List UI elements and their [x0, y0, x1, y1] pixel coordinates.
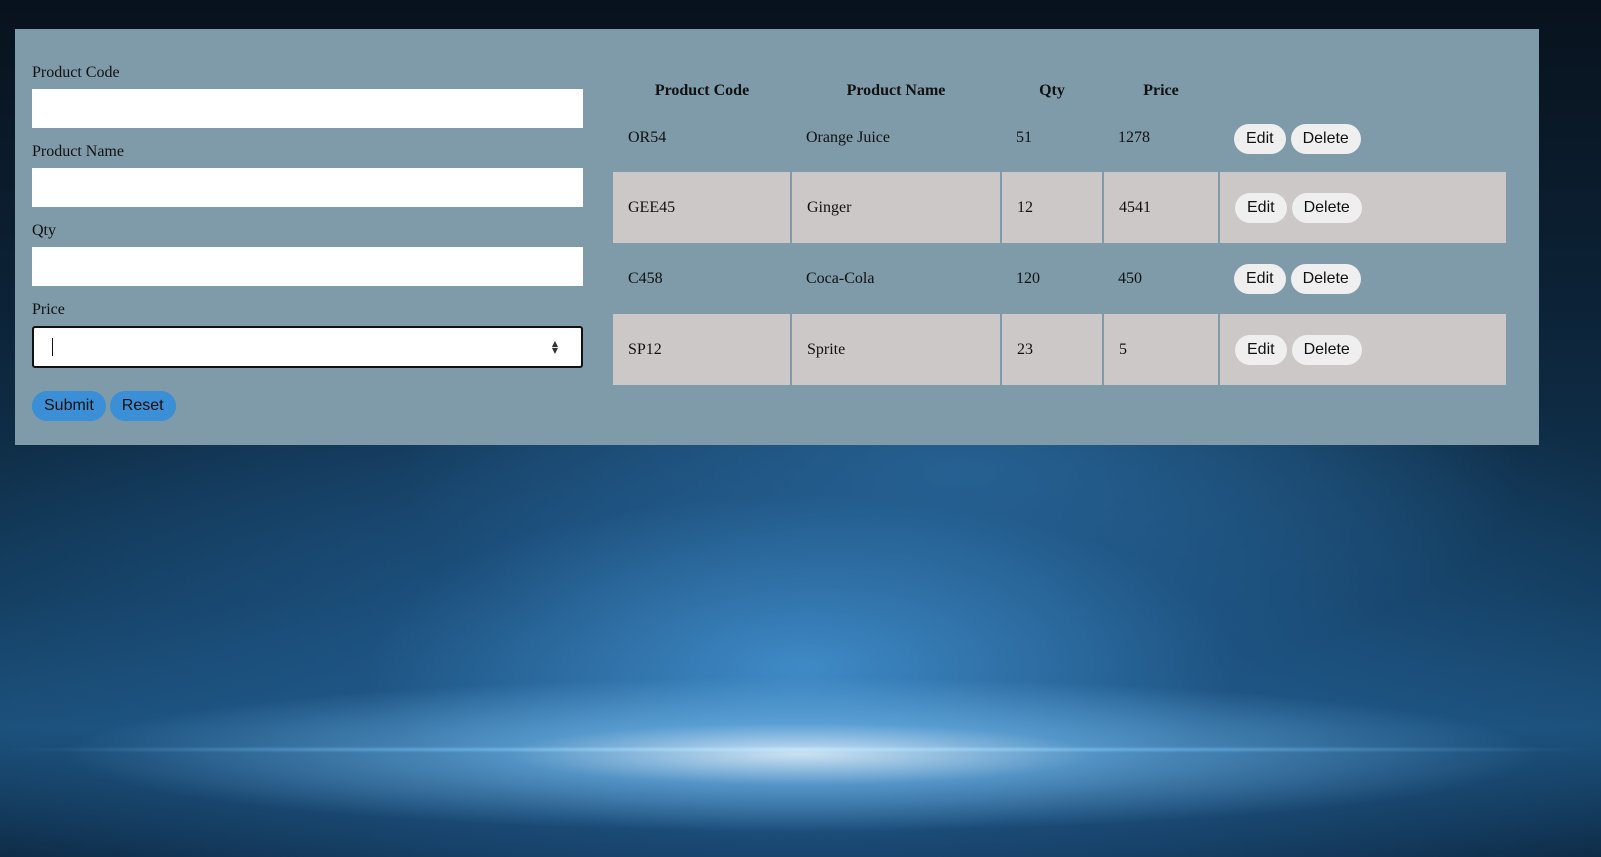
table-header-row: Product Code Product Name Qty Price	[613, 75, 1506, 106]
cell-qty: 51	[1016, 128, 1032, 146]
product-form: Product Code Product Name Qty Price ▲ ▼ …	[32, 63, 583, 421]
qty-label: Qty	[32, 222, 56, 239]
cell-actions: Edit Delete	[1219, 106, 1506, 172]
cell-qty: 23	[1000, 314, 1103, 385]
qty-input[interactable]	[32, 247, 583, 286]
delete-button[interactable]: Delete	[1290, 263, 1361, 294]
cell-product-code: SP12	[613, 314, 791, 385]
cell-price: 450	[1118, 269, 1142, 287]
cell-product-name: Ginger	[790, 172, 1001, 243]
edit-button[interactable]: Edit	[1234, 124, 1286, 154]
edit-button[interactable]: Edit	[1234, 263, 1286, 294]
cell-price: 4541	[1102, 172, 1219, 243]
cell-product-name: Coca-Cola	[806, 269, 875, 287]
header-product-name: Product Name	[846, 81, 946, 99]
cell-product-name: Sprite	[790, 314, 1001, 385]
table-row: OR54 Orange Juice 51 1278 Edit Delete	[613, 106, 1506, 172]
cell-actions: Edit Delete	[1219, 243, 1506, 314]
spinner-down-icon[interactable]: ▼	[552, 347, 558, 355]
header-product-code: Product Code	[654, 81, 750, 99]
delete-button[interactable]: Delete	[1291, 192, 1362, 223]
table-row: GEE45 Ginger 12 4541 Edit Delete	[613, 172, 1506, 243]
form-buttons: Submit Reset	[32, 391, 583, 421]
delete-button[interactable]: Delete	[1291, 334, 1362, 365]
price-input[interactable]: ▲ ▼	[32, 326, 583, 368]
cell-price: 1278	[1118, 128, 1150, 146]
cell-product-name: Orange Juice	[806, 128, 890, 146]
cell-product-code: C458	[628, 269, 663, 287]
delete-button[interactable]: Delete	[1290, 124, 1361, 154]
product-name-label: Product Name	[32, 143, 124, 160]
text-caret	[52, 338, 53, 356]
cell-product-code: OR54	[628, 128, 667, 146]
submit-button[interactable]: Submit	[32, 391, 106, 421]
reset-button[interactable]: Reset	[109, 391, 176, 421]
product-code-label: Product Code	[32, 64, 120, 81]
cell-qty: 120	[1016, 269, 1040, 287]
product-name-input[interactable]	[32, 168, 583, 207]
number-spinner[interactable]: ▲ ▼	[549, 340, 561, 355]
header-qty: Qty	[1039, 81, 1065, 99]
header-actions	[1219, 75, 1506, 106]
cell-actions: Edit Delete	[1218, 172, 1506, 243]
table-row: SP12 Sprite 23 5 Edit Delete	[613, 314, 1506, 385]
table-row: C458 Coca-Cola 120 450 Edit Delete	[613, 243, 1506, 314]
product-table: Product Code Product Name Qty Price OR54…	[613, 75, 1506, 385]
background-floor-glow	[0, 748, 1601, 751]
cell-qty: 12	[1000, 172, 1103, 243]
edit-button[interactable]: Edit	[1235, 334, 1287, 365]
cell-actions: Edit Delete	[1218, 314, 1506, 385]
cell-product-code: GEE45	[613, 172, 791, 243]
cell-price: 5	[1102, 314, 1219, 385]
edit-button[interactable]: Edit	[1235, 192, 1287, 223]
header-price: Price	[1143, 81, 1179, 99]
price-label: Price	[32, 301, 65, 318]
product-code-input[interactable]	[32, 89, 583, 128]
